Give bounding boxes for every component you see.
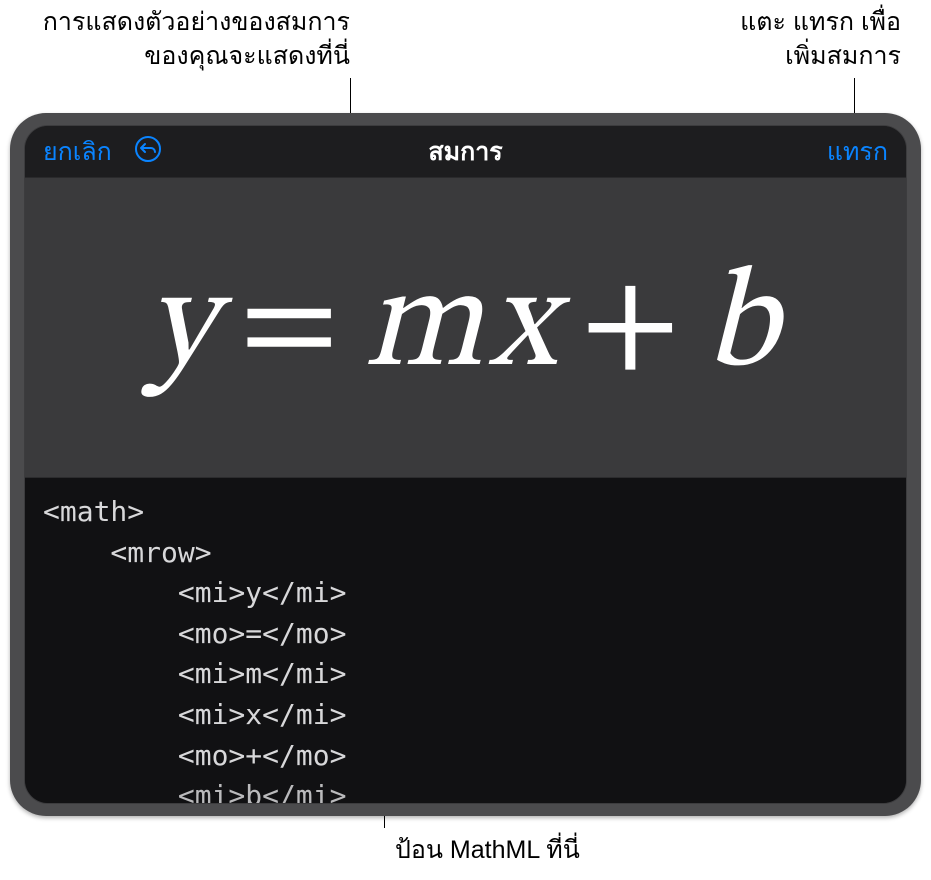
code-line: <mi>y</mi> — [43, 573, 888, 614]
header-left-group: ยกเลิก — [43, 132, 162, 172]
cancel-button[interactable]: ยกเลิก — [43, 132, 112, 172]
code-line: <mi>m</mi> — [43, 654, 888, 695]
undo-button[interactable] — [134, 135, 162, 168]
code-line: <mi>x</mi> — [43, 695, 888, 736]
code-line: <mo>=</mo> — [43, 614, 888, 655]
code-line: <mi>b</mi> — [43, 776, 888, 803]
dialog-header: ยกเลิก สมการ แทรก — [25, 126, 906, 178]
undo-icon — [134, 135, 162, 163]
callout-preview-label: การแสดงตัวอย่างของสมการ ของคุณจะแสดงที่น… — [20, 6, 350, 74]
code-line: <mo>+</mo> — [43, 736, 888, 777]
mathml-input[interactable]: <math> <mrow> <mi>y</mi> <mo>=</mo> <mi>… — [25, 478, 906, 803]
code-line: <mrow> — [43, 533, 888, 574]
callout-input-label: ป้อน MathML ที่นี่ — [395, 834, 655, 868]
equation-preview: y=mx+b — [147, 258, 784, 398]
insert-button[interactable]: แทรก — [827, 138, 888, 166]
callout-insert-label: แตะ แทรก เพื่อ เพิ่มสมการ — [621, 6, 901, 74]
equation-dialog: ยกเลิก สมการ แทรก y=mx+b <math> <mrow> <… — [24, 125, 907, 804]
equation-preview-area: y=mx+b — [25, 178, 906, 478]
code-line: <math> — [43, 492, 888, 533]
device-frame: ยกเลิก สมการ แทรก y=mx+b <math> <mrow> <… — [10, 113, 921, 816]
